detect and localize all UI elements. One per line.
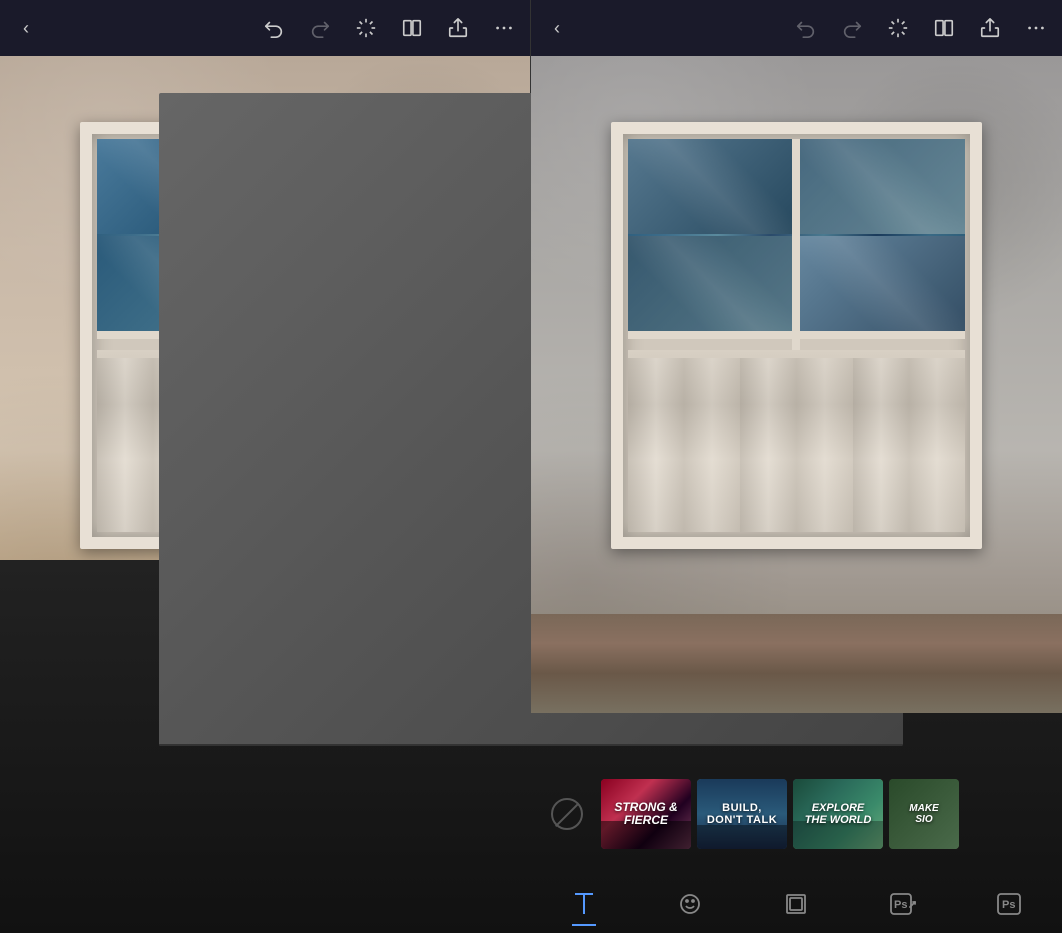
sticker-tool-button[interactable] [668,882,712,926]
looks-grid: My Looks Basic Charm [0,713,530,873]
left-more-button[interactable] [490,14,518,42]
right-undo-button[interactable] [792,14,820,42]
style-strong-fierce[interactable]: STRONG &FIERCE [601,779,691,849]
ps-tool-button[interactable]: Ps [987,882,1031,926]
frames-tool-button[interactable] [774,882,818,926]
ps-edit-tool-button[interactable]: Ps [881,882,925,926]
left-magic-button[interactable] [352,14,380,42]
right-toolbar: ‹ [531,0,1062,56]
svg-text:Ps: Ps [894,899,907,911]
text-tool-button[interactable] [562,882,606,926]
bw-thumbnail [397,725,517,845]
build-dont-talk-label: BUILD,DON'T TALK [707,802,777,826]
right-image-area [531,56,1062,713]
right-redo-button[interactable] [838,14,866,42]
right-more-button[interactable] [1022,14,1050,42]
style-build-dont-talk[interactable]: BUILD,DON'T TALK [697,779,787,849]
no-style-icon [551,798,583,830]
strong-fierce-label: STRONG &FIERCE [614,801,677,827]
right-photo [531,56,1062,713]
right-compare-button[interactable] [930,14,958,42]
left-undo-button[interactable] [260,14,288,42]
style-explore-world[interactable]: EXPLORETHE WORLD [793,779,883,849]
left-toolbar: ‹ [0,0,530,56]
right-back-button[interactable]: ‹ [543,14,571,42]
style-make-side[interactable]: MAKESIO [889,779,959,849]
right-magic-button[interactable] [884,14,912,42]
left-share-button[interactable] [444,14,472,42]
left-back-button[interactable]: ‹ [12,14,40,42]
left-redo-button[interactable] [306,14,334,42]
make-side-label: MAKESIO [909,803,938,825]
svg-text:Ps: Ps [1002,899,1015,911]
look-item-bw[interactable]: B&W [393,725,521,863]
explore-world-label: EXPLORETHE WORLD [805,802,872,826]
left-panel: ‹ [0,0,531,933]
left-bottom-panel: My Looks Basic Charm [0,713,530,933]
window-frame-right [611,122,983,549]
left-compare-button[interactable] [398,14,426,42]
right-share-button[interactable] [976,14,1004,42]
